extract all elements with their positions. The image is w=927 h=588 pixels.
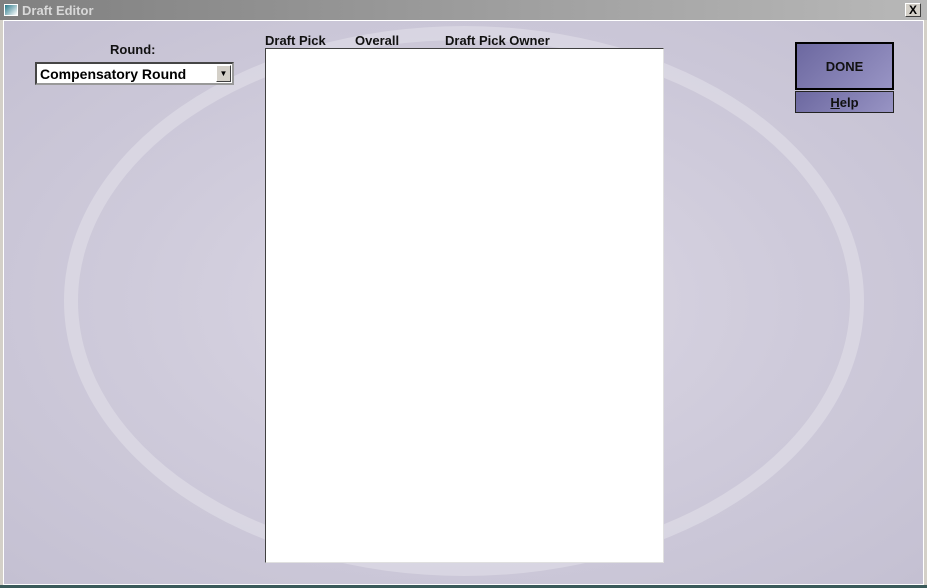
- window-title: Draft Editor: [22, 2, 94, 18]
- done-button[interactable]: DONE: [795, 42, 894, 90]
- round-label: Round:: [110, 42, 156, 57]
- draft-pick-list[interactable]: [265, 48, 664, 563]
- column-header-overall[interactable]: Overall: [355, 33, 399, 48]
- help-mnemonic: H: [830, 94, 840, 110]
- column-header-draft-pick[interactable]: Draft Pick: [265, 33, 326, 48]
- help-button[interactable]: Help: [795, 91, 894, 113]
- close-button[interactable]: X: [905, 3, 921, 17]
- chevron-down-icon[interactable]: ▼: [216, 65, 231, 82]
- column-header-owner[interactable]: Draft Pick Owner: [445, 33, 550, 48]
- round-selected-value: Compensatory Round: [40, 66, 187, 82]
- round-select[interactable]: Compensatory Round ▼: [35, 62, 234, 85]
- draft-editor-panel: Round: Compensatory Round ▼ Draft Pick O…: [3, 20, 924, 585]
- title-bar: Draft Editor X: [0, 0, 927, 20]
- help-label: elp: [839, 94, 859, 110]
- app-icon: [4, 4, 18, 16]
